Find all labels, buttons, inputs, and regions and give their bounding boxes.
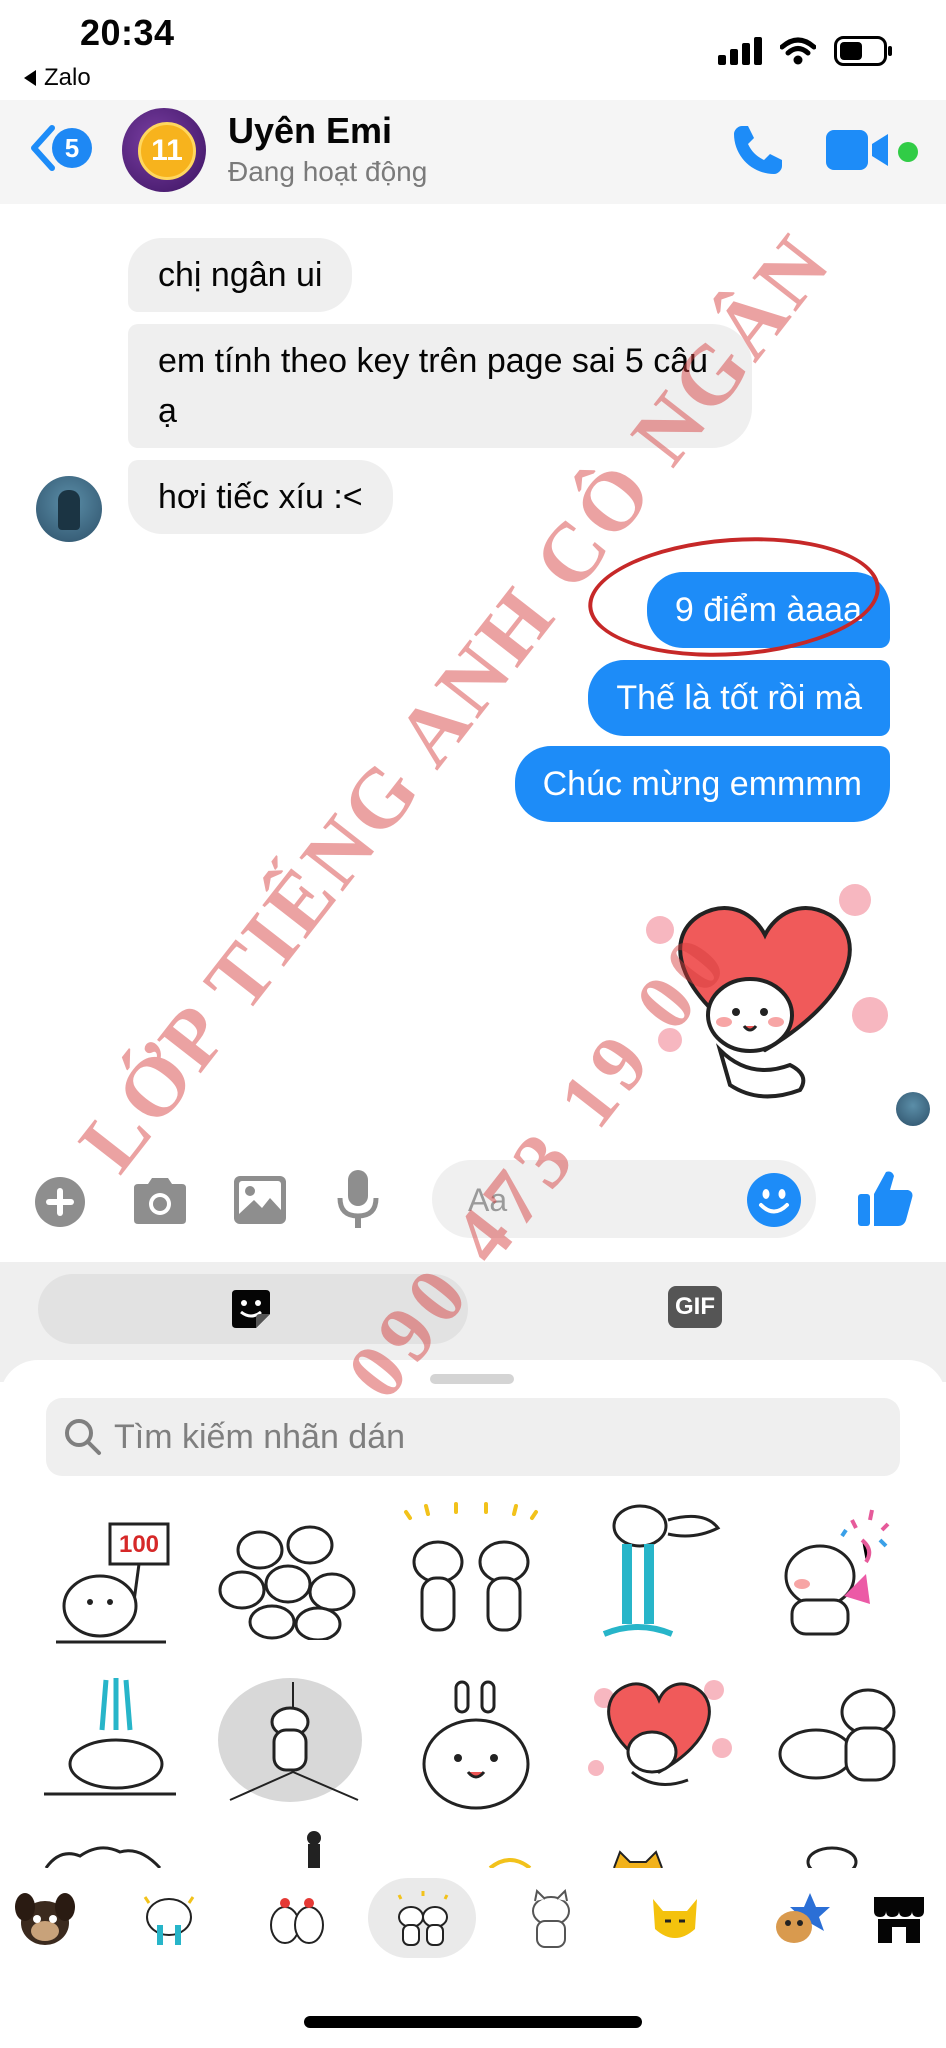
sticker-partial[interactable] (290, 1830, 340, 1868)
chicken-pack-icon (270, 1898, 324, 1944)
back-app-label: Zalo (44, 64, 91, 91)
emoji-icon[interactable] (746, 1172, 802, 1228)
sticker-pack-dog[interactable] (10, 1884, 80, 1954)
contact-status: Đang hoạt động (228, 156, 428, 187)
contact-avatar[interactable]: 11 (122, 108, 206, 192)
tab-gif[interactable]: GIF (668, 1286, 722, 1328)
back-triangle-icon (24, 70, 36, 86)
back-to-app[interactable]: Zalo (24, 64, 91, 92)
cellular-signal-icon (718, 37, 762, 65)
sticker-partial[interactable] (480, 1852, 540, 1868)
outgoing-message[interactable]: Thế là tốt rồi mà (588, 660, 890, 736)
bunny-100-sign-sticker[interactable]: 100 (36, 1506, 186, 1646)
bunny-crying-sticker[interactable] (584, 1500, 734, 1640)
status-icons (718, 36, 894, 66)
online-indicator (898, 142, 918, 162)
bunny-crying-pack-icon (143, 1896, 195, 1945)
bunny-sticker-partial[interactable] (40, 1842, 190, 1868)
wifi-icon (780, 37, 816, 65)
two-bunnies-praying-sticker[interactable] (396, 1500, 546, 1640)
bunny-group-sticker[interactable] (210, 1500, 360, 1640)
yellow-cat-pack-icon (653, 1899, 697, 1938)
svg-text:100: 100 (119, 1531, 159, 1558)
video-call-icon[interactable] (826, 128, 890, 172)
bunny-confetti-sticker[interactable] (762, 1500, 912, 1640)
sticker-pack-chicken[interactable] (262, 1884, 332, 1954)
home-indicator[interactable] (304, 2016, 642, 2028)
dog-star-pack-icon (776, 1893, 830, 1943)
dog-pack-icon (15, 1893, 75, 1945)
incoming-message[interactable]: hơi tiếc xíu :< (128, 460, 393, 534)
phone-call-icon[interactable] (728, 122, 786, 180)
unread-count-badge: 5 (52, 128, 92, 168)
sticker-store-icon (874, 1897, 924, 1943)
sticker-pack-yellow-cat[interactable] (640, 1884, 710, 1954)
sticker-pack-dog-star[interactable] (766, 1884, 836, 1954)
sender-avatar[interactable] (36, 476, 102, 542)
sticker-tab-icon[interactable] (228, 1286, 274, 1332)
search-icon (65, 1419, 101, 1455)
bunny-pack-icon (397, 1891, 449, 1946)
status-time: 20:34 (80, 12, 175, 53)
sheet-grabber[interactable] (430, 1374, 514, 1384)
thumbs-up-icon[interactable] (856, 1168, 914, 1228)
bunny-corner-sticker[interactable] (218, 1672, 368, 1812)
incoming-message[interactable]: chị ngân ui (128, 238, 353, 312)
battery-icon (834, 36, 892, 66)
cat-pack-icon (532, 1889, 570, 1948)
bunny-surprised-sticker[interactable] (404, 1672, 554, 1812)
avatar-badge: 11 (138, 122, 196, 180)
microphone-icon[interactable] (336, 1168, 380, 1232)
sticker-store-button[interactable] (864, 1884, 934, 1954)
sticker-pack-cat[interactable] (516, 1884, 586, 1954)
seen-avatar (896, 1092, 930, 1126)
sticker-partial[interactable] (608, 1850, 668, 1868)
sticker-search-placeholder: Tìm kiếm nhãn dán (114, 1418, 406, 1456)
heart-bunny-sticker[interactable] (584, 1668, 734, 1808)
bunny-fountain-sticker[interactable] (36, 1672, 186, 1812)
contact-name[interactable]: Uyên Emi (228, 110, 392, 152)
sticker-partial[interactable] (780, 1840, 860, 1868)
sticker-pack-bunny[interactable] (388, 1884, 458, 1954)
outgoing-message[interactable]: Chúc mừng emmmm (514, 746, 890, 822)
sticker-pack-bunny-crying[interactable] (134, 1884, 204, 1954)
gif-tab-label: GIF (675, 1293, 715, 1320)
gallery-icon[interactable] (232, 1174, 288, 1226)
back-button[interactable]: 5 (28, 124, 92, 172)
plus-icon[interactable] (34, 1176, 86, 1228)
bunny-hug-sticker[interactable] (764, 1672, 914, 1812)
